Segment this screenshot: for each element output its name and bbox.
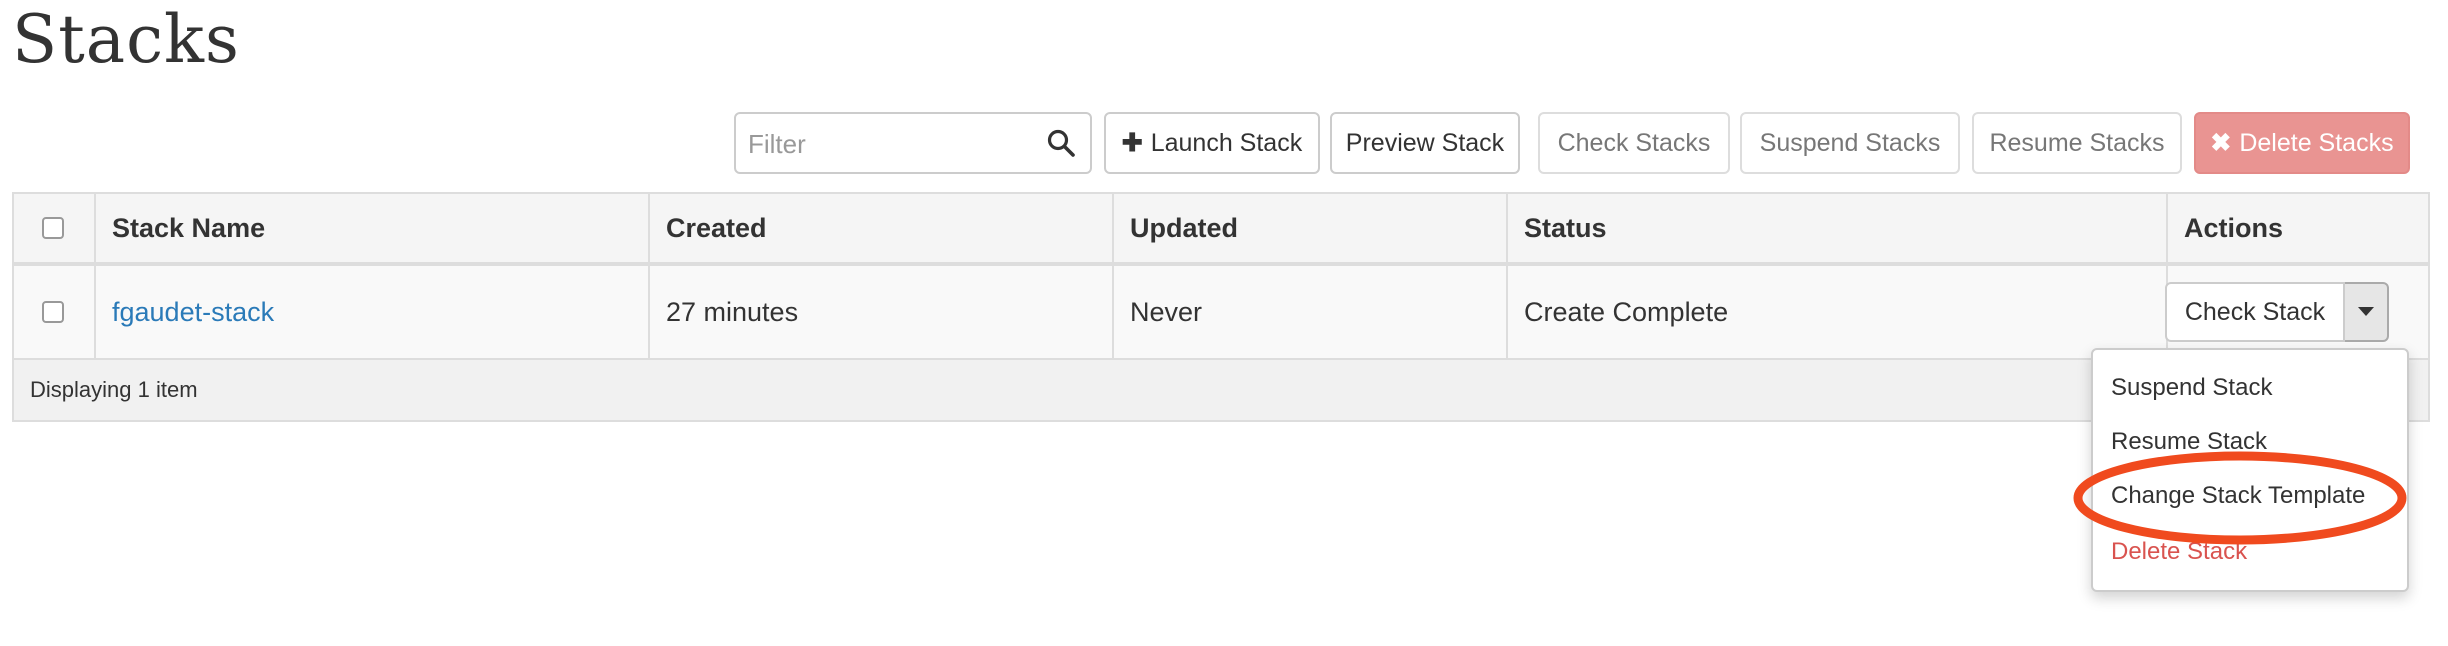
updated-cell: Never bbox=[1114, 266, 1508, 358]
suspend-stacks-label: Suspend Stacks bbox=[1759, 128, 1941, 157]
table-footer: Displaying 1 item bbox=[14, 360, 2428, 420]
search-icon[interactable] bbox=[1046, 128, 1076, 158]
header-stack-name[interactable]: Stack Name bbox=[96, 194, 650, 262]
preview-stack-label: Preview Stack bbox=[1345, 128, 1505, 157]
filter-input[interactable] bbox=[746, 122, 1030, 166]
menu-item-delete-stack[interactable]: Delete Stack bbox=[2111, 532, 2247, 572]
menu-item-suspend-stack[interactable]: Suspend Stack bbox=[2111, 368, 2272, 408]
check-stack-label: Check Stack bbox=[2184, 297, 2326, 326]
header-checkbox-cell bbox=[14, 194, 96, 262]
times-icon: ✖ bbox=[2210, 129, 2232, 157]
header-status[interactable]: Status bbox=[1508, 194, 2168, 262]
delete-stacks-button[interactable]: ✖ Delete Stacks bbox=[2194, 112, 2410, 174]
caret-down-icon bbox=[2358, 307, 2374, 316]
delete-stacks-label: Delete Stacks bbox=[2239, 128, 2394, 157]
header-created[interactable]: Created bbox=[650, 194, 1114, 262]
check-stacks-button[interactable]: Check Stacks bbox=[1538, 112, 1730, 174]
menu-item-change-stack-template[interactable]: Change Stack Template bbox=[2111, 476, 2365, 516]
check-stacks-label: Check Stacks bbox=[1557, 128, 1711, 157]
plus-icon: ✚ bbox=[1121, 129, 1143, 157]
page-title: Stacks bbox=[12, 1, 240, 78]
item-count: Displaying 1 item bbox=[30, 377, 198, 402]
preview-stack-button[interactable]: Preview Stack bbox=[1330, 112, 1520, 174]
status-cell: Create Complete bbox=[1508, 266, 2168, 358]
stack-name-cell: fgaudet-stack bbox=[96, 266, 650, 358]
table-row: fgaudet-stack 27 minutes Never Create Co… bbox=[14, 266, 2428, 360]
actions-dropdown-menu: Suspend Stack Resume Stack Change Stack … bbox=[2091, 348, 2409, 592]
check-stack-button[interactable]: Check Stack bbox=[2165, 282, 2345, 342]
table-toolbar: ✚Launch Stack Preview Stack Check Stacks… bbox=[0, 110, 2448, 178]
launch-stack-button[interactable]: ✚ Launch Stack bbox=[1104, 112, 1320, 174]
menu-item-resume-stack[interactable]: Resume Stack bbox=[2111, 422, 2267, 462]
stacks-table: Stack Name Created Updated Status Action… bbox=[12, 192, 2430, 422]
header-updated[interactable]: Updated bbox=[1114, 194, 1508, 262]
created-cell: 27 minutes bbox=[650, 266, 1114, 358]
resume-stacks-label: Resume Stacks bbox=[1989, 128, 2165, 157]
filter-box bbox=[734, 112, 1092, 174]
actions-dropdown-toggle[interactable] bbox=[2345, 282, 2389, 342]
stack-name-link[interactable]: fgaudet-stack bbox=[112, 297, 274, 328]
row-checkbox[interactable] bbox=[42, 301, 64, 323]
header-actions: Actions bbox=[2184, 212, 2284, 243]
row-actions-split-button: Check Stack bbox=[2165, 282, 2389, 342]
resume-stacks-button[interactable]: Resume Stacks bbox=[1972, 112, 2182, 174]
suspend-stacks-button[interactable]: Suspend Stacks bbox=[1740, 112, 1960, 174]
table-header: Stack Name Created Updated Status Action… bbox=[14, 194, 2428, 266]
row-checkbox-cell bbox=[14, 266, 96, 358]
launch-stack-label: Launch Stack bbox=[1150, 128, 1303, 157]
select-all-checkbox[interactable] bbox=[42, 217, 64, 239]
